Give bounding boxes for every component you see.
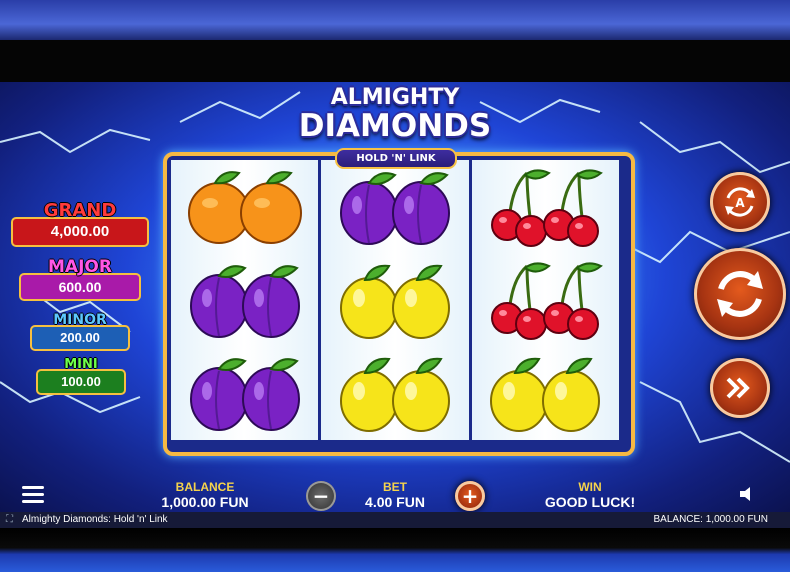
reel-2-cell-1 bbox=[321, 160, 468, 253]
win-value: GOOD LUCK! bbox=[544, 494, 636, 510]
reel-1-cell-3 bbox=[171, 346, 318, 439]
reel-3-cell-2 bbox=[472, 253, 619, 346]
jackpot-mini-label: MINI bbox=[64, 357, 98, 372]
status-title: Almighty Diamonds: Hold 'n' Link bbox=[22, 514, 168, 525]
win-label: WIN bbox=[578, 480, 602, 494]
bottom-hud: BALANCE 1,000.00 FUN − BET 4.00 FUN + WI… bbox=[0, 476, 790, 512]
plum-symbol-icon bbox=[189, 264, 300, 338]
reel-3-cell-1 bbox=[472, 160, 619, 253]
reel-1 bbox=[171, 160, 319, 440]
plum-symbol-icon bbox=[189, 357, 300, 431]
top-background-strip bbox=[0, 0, 790, 40]
jackpot-minor: MINOR 200.00 bbox=[30, 312, 130, 351]
jackpot-minor-value: 200.00 bbox=[30, 325, 130, 351]
hold-n-link-badge: HOLD 'N' LINK bbox=[335, 148, 457, 169]
status-balance: BALANCE: 1,000.00 FUN bbox=[653, 514, 769, 525]
reel-2-cell-3 bbox=[321, 346, 468, 439]
fast-forward-icon bbox=[726, 377, 750, 399]
jackpot-major-label: MAJOR bbox=[48, 257, 112, 277]
lemon-symbol-icon bbox=[339, 357, 450, 432]
jackpot-grand-value: 4,000.00 bbox=[11, 217, 149, 247]
balance-value: 1,000.00 FUN bbox=[161, 494, 249, 510]
orange-symbol-icon bbox=[187, 170, 302, 244]
hamburger-menu-icon[interactable] bbox=[22, 486, 44, 504]
jackpot-minor-label: MINOR bbox=[53, 312, 107, 328]
spin-button[interactable] bbox=[694, 248, 786, 340]
autoplay-button[interactable]: A bbox=[710, 172, 770, 232]
logo-line-1: ALMIGHTY bbox=[330, 85, 460, 110]
reel-1-cell-2 bbox=[171, 253, 318, 346]
increase-bet-button[interactable]: + bbox=[455, 481, 485, 511]
reel-1-cell-1 bbox=[171, 160, 318, 253]
decrease-bet-button[interactable]: − bbox=[306, 481, 336, 511]
spin-icon bbox=[717, 271, 763, 317]
turbo-button[interactable] bbox=[710, 358, 770, 418]
jackpot-mini-value: 100.00 bbox=[36, 369, 126, 395]
jackpot-grand-label: GRAND bbox=[43, 200, 117, 221]
logo-line-2: DIAMONDS bbox=[298, 108, 492, 144]
bet-label: BET bbox=[383, 480, 407, 494]
balance-label: BALANCE bbox=[175, 480, 235, 494]
bet-value: 4.00 FUN bbox=[365, 494, 425, 510]
top-letterbox bbox=[0, 40, 790, 82]
fullscreen-icon[interactable]: ⛶ bbox=[6, 512, 13, 528]
game-logo: ALMIGHTY DIAMONDS bbox=[270, 85, 520, 144]
svg-text:A: A bbox=[735, 196, 745, 210]
jackpot-major: MAJOR 600.00 bbox=[19, 258, 141, 301]
jackpot-major-value: 600.00 bbox=[19, 273, 141, 301]
lemon-symbol-icon bbox=[339, 264, 450, 339]
lemon-symbol-icon bbox=[490, 357, 601, 432]
jackpot-mini: MINI 100.00 bbox=[36, 357, 126, 395]
reel-2 bbox=[321, 160, 469, 440]
cherry-symbol-icon bbox=[491, 261, 604, 340]
bottom-background-strip bbox=[0, 528, 790, 572]
reel-grid bbox=[171, 160, 619, 440]
jackpot-grand: GRAND 4,000.00 bbox=[11, 201, 149, 247]
autoplay-icon: A bbox=[725, 187, 755, 217]
reel-3 bbox=[471, 160, 619, 440]
reel-3-cell-3 bbox=[472, 346, 619, 439]
speaker-icon[interactable] bbox=[738, 485, 756, 503]
reel-2-cell-2 bbox=[321, 253, 468, 346]
status-bar: ⛶ Almighty Diamonds: Hold 'n' Link BALAN… bbox=[0, 512, 790, 528]
plum-symbol-icon bbox=[339, 171, 450, 245]
cherry-symbol-icon bbox=[491, 168, 604, 247]
